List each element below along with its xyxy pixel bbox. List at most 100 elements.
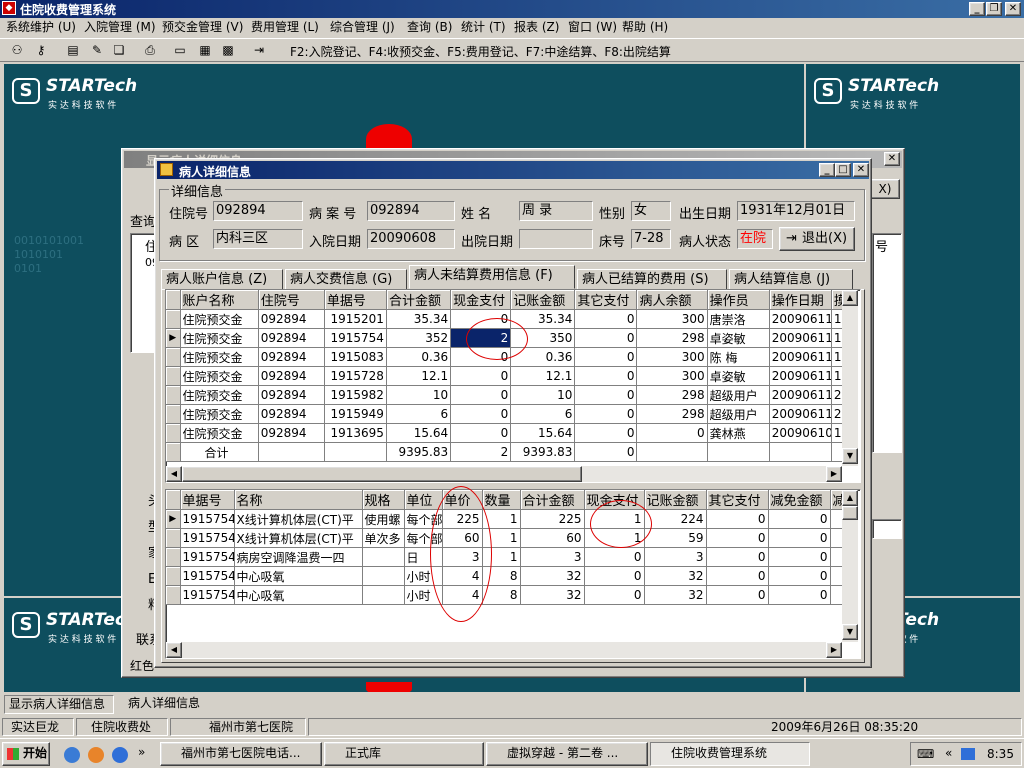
- table-cell[interactable]: 60: [442, 528, 483, 548]
- menu-reports[interactable]: 报表 (Z): [514, 19, 559, 36]
- table-cell[interactable]: 卓姿敏: [707, 328, 770, 348]
- menu-window[interactable]: 窗口 (W): [568, 19, 617, 36]
- table-cell[interactable]: 0: [706, 547, 769, 567]
- row-indicator[interactable]: [166, 366, 181, 386]
- table-cell[interactable]: 6: [386, 404, 452, 424]
- col-header[interactable]: 住院号: [258, 290, 325, 310]
- table-cell[interactable]: 8: [482, 585, 521, 605]
- quicklaunch-firefox-icon[interactable]: [88, 747, 104, 763]
- table-cell[interactable]: 1915754: [324, 328, 387, 348]
- case-no-field[interactable]: 092894: [367, 201, 455, 221]
- table-cell[interactable]: 1: [482, 528, 521, 548]
- table-row[interactable]: 住院预交金 092894 1913695 15.64 0 15.64 0 0 龚林燕 200906…: [166, 423, 847, 443]
- table-cell[interactable]: 300: [636, 366, 708, 386]
- table-cell[interactable]: 0: [574, 404, 638, 424]
- taskbar-item-hospital-app[interactable]: 住院收费管理系统: [650, 742, 810, 766]
- table-cell[interactable]: 1: [482, 547, 521, 567]
- mdi-tab-patient-details[interactable]: 病人详细信息: [122, 695, 212, 714]
- row-indicator[interactable]: [166, 528, 181, 548]
- key-icon[interactable]: ⚷: [32, 42, 50, 58]
- keyboard-icon[interactable]: ⌨: [917, 747, 934, 761]
- table-cell[interactable]: 0: [450, 366, 512, 386]
- table-cell[interactable]: 298: [636, 385, 708, 405]
- mdi-tab-show-details[interactable]: 显示病人详细信息: [4, 695, 114, 714]
- col-header[interactable]: 操作员: [707, 290, 770, 310]
- edit-icon[interactable]: ✎: [88, 42, 106, 58]
- row-indicator[interactable]: [166, 385, 181, 405]
- table-cell[interactable]: 15.64: [510, 423, 576, 443]
- table-cell[interactable]: 超级用户: [707, 404, 770, 424]
- table-cell[interactable]: 092894: [258, 423, 325, 443]
- table-cell[interactable]: 0: [706, 566, 769, 586]
- table-cell[interactable]: [362, 566, 405, 586]
- col-header[interactable]: 记账金额: [644, 490, 707, 510]
- table-row[interactable]: 住院预交金 092894 1915201 35.34 0 35.34 0 300 唐崇洛 2009…: [166, 309, 847, 329]
- quicklaunch-more-icon[interactable]: »: [138, 745, 145, 759]
- table-cell[interactable]: 12.1: [510, 366, 576, 386]
- table-cell[interactable]: 6: [510, 404, 576, 424]
- admit-field[interactable]: 20090608: [367, 229, 455, 249]
- table-cell[interactable]: 32: [520, 585, 585, 605]
- table-cell[interactable]: 小时: [404, 566, 443, 586]
- back-close-button[interactable]: ✕: [884, 152, 900, 166]
- fee-grid-hscroll[interactable]: ◀ ▶: [166, 642, 842, 658]
- table-row[interactable]: 住院预交金 092894 1915728 12.1 0 12.1 0 300 卓姿敏 200906…: [166, 366, 847, 386]
- table-row[interactable]: 1915754 中心吸氧 小时 4 8 32 0 32 0 0: [166, 585, 847, 605]
- table-cell[interactable]: 0.36: [386, 347, 452, 367]
- col-header[interactable]: 名称: [234, 490, 363, 510]
- table-cell[interactable]: [362, 585, 405, 605]
- table-cell[interactable]: 使用螺: [362, 509, 405, 529]
- table-row[interactable]: 1915754 X线计算机体层(CT)平 单次多 每个部 60 1 60 1 59 0 0: [166, 528, 847, 548]
- table-cell[interactable]: 225: [442, 509, 483, 529]
- scroll-up-button[interactable]: ▲: [842, 290, 858, 306]
- table-cell[interactable]: 0: [574, 309, 638, 329]
- users-icon[interactable]: ⚇: [8, 42, 26, 58]
- tab-settled-fees[interactable]: 病人已结算的费用 (S): [577, 269, 727, 290]
- table-cell[interactable]: 12.1: [386, 366, 452, 386]
- table-row[interactable]: 住院预交金 092894 1915083 0.36 0 0.36 0 300 陈 梅 200906…: [166, 347, 847, 367]
- table-cell[interactable]: 1915754: [180, 528, 235, 548]
- table-cell[interactable]: 092894: [258, 328, 325, 348]
- table-cell[interactable]: 3: [520, 547, 585, 567]
- table-cell[interactable]: 32: [520, 566, 585, 586]
- table-cell[interactable]: 224: [644, 509, 707, 529]
- fee-grid-vscroll[interactable]: ▲ ▼: [842, 490, 858, 642]
- taskbar-item-novel[interactable]: 虚拟穿越 - 第二卷 ...: [486, 742, 648, 766]
- exit-button[interactable]: ⇥ 退出(X): [779, 227, 855, 251]
- table-cell[interactable]: 20090611: [769, 366, 832, 386]
- document-icon[interactable]: ▤: [64, 42, 82, 58]
- discharge-field[interactable]: [519, 229, 593, 249]
- table-cell[interactable]: 300: [636, 309, 708, 329]
- minimize-button[interactable]: _: [969, 2, 985, 16]
- table-cell[interactable]: 59: [644, 528, 707, 548]
- restore-button[interactable]: ❐: [986, 2, 1002, 16]
- menu-fees[interactable]: 费用管理 (L): [251, 19, 319, 36]
- back-right-field[interactable]: [872, 519, 902, 539]
- table-cell[interactable]: 陈 梅: [707, 347, 770, 367]
- menu-system[interactable]: 系统维护 (U): [6, 19, 76, 36]
- table-cell[interactable]: [362, 547, 405, 567]
- table-cell[interactable]: 3: [442, 547, 483, 567]
- quicklaunch-ie-icon[interactable]: [64, 747, 80, 763]
- status-field[interactable]: 在院: [737, 229, 773, 249]
- table-row[interactable]: 住院预交金 092894 1915982 10 0 10 0 298 超级用户 20090611 2…: [166, 385, 847, 405]
- table-cell[interactable]: 住院预交金: [180, 366, 259, 386]
- table-cell[interactable]: 1915201: [324, 309, 387, 329]
- col-header[interactable]: 其它支付: [706, 490, 769, 510]
- selected-cell[interactable]: 2: [450, 328, 512, 348]
- table-cell[interactable]: 350: [510, 328, 576, 348]
- col-header[interactable]: 操作日期: [769, 290, 832, 310]
- table-cell[interactable]: 20090611: [769, 347, 832, 367]
- table-cell[interactable]: 住院预交金: [180, 404, 259, 424]
- exit-icon[interactable]: ⇥: [250, 42, 268, 58]
- table-cell[interactable]: 298: [636, 404, 708, 424]
- table-cell[interactable]: 20090611: [769, 385, 832, 405]
- tab-account-info[interactable]: 病人账户信息 (Z): [161, 269, 283, 290]
- col-header[interactable]: 病人余额: [636, 290, 708, 310]
- table-cell[interactable]: 0: [450, 404, 512, 424]
- table-cell[interactable]: 0: [584, 566, 645, 586]
- menu-admission[interactable]: 入院管理 (M): [84, 19, 156, 36]
- tab-payment-info[interactable]: 病人交费信息 (G): [285, 269, 407, 290]
- scroll-down-button[interactable]: ▼: [842, 624, 858, 640]
- back-right-grid[interactable]: 号: [872, 233, 902, 453]
